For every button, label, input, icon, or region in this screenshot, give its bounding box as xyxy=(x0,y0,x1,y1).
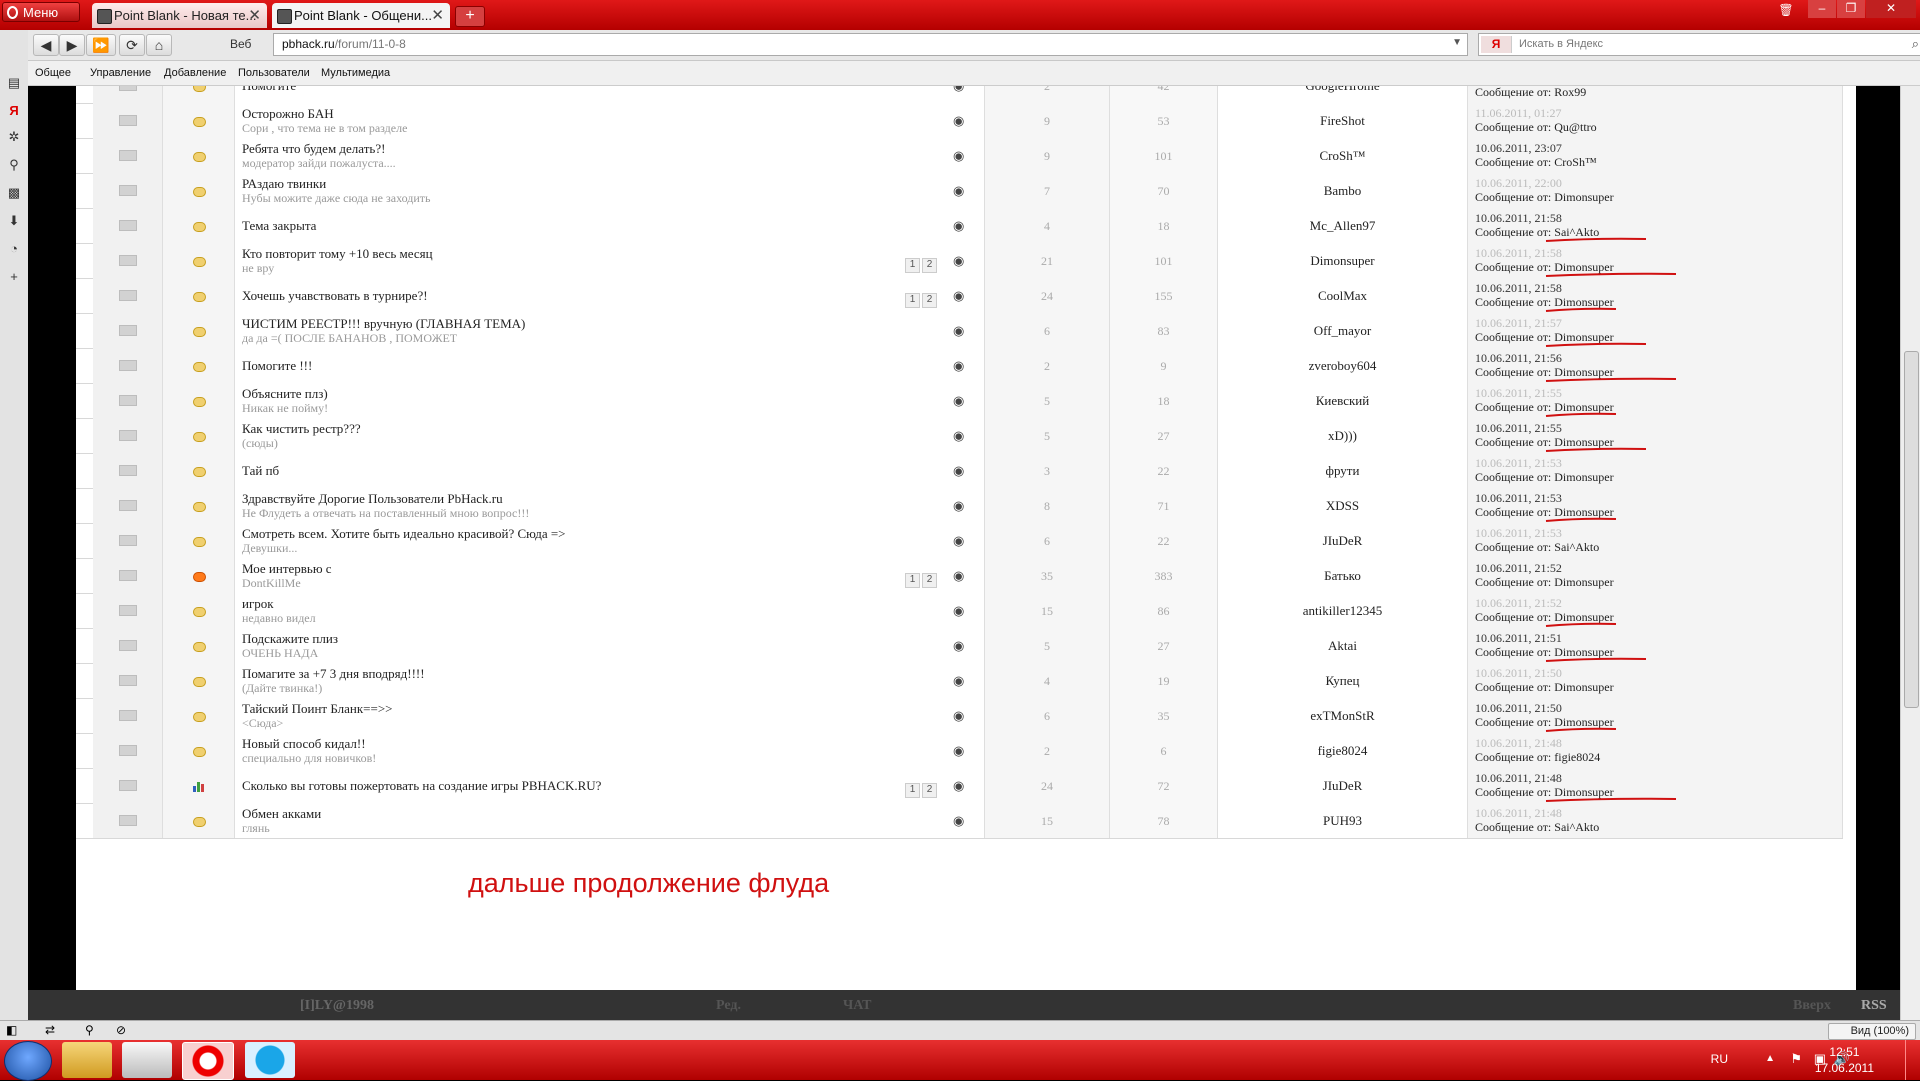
language-indicator[interactable]: RU xyxy=(1711,1052,1728,1066)
reload-button[interactable]: ⟳ xyxy=(119,34,145,56)
red-underline-mark xyxy=(1545,307,1617,312)
forward-button[interactable]: ▶ xyxy=(59,34,85,56)
bookmark-add[interactable]: Добавление xyxy=(164,67,226,79)
downloads-panel-icon[interactable]: ⬇ xyxy=(7,214,21,228)
search-icon[interactable]: ⌕ xyxy=(1912,36,1919,52)
panel-toggle-icon[interactable]: ◧ xyxy=(6,1023,17,1037)
tab-new-topic[interactable]: Point Blank - Новая те... ✕ xyxy=(92,3,267,28)
bookmarks-panel-icon[interactable]: ▤ xyxy=(7,76,21,90)
opera-side-panel: ▤ Я ✲ ⚲ ▩ ⬇ ◔ + xyxy=(0,30,29,1020)
url-text: pbhack.ru/forum/11-0-8 xyxy=(282,37,406,51)
start-button[interactable] xyxy=(4,1041,52,1081)
show-desktop-button[interactable] xyxy=(1905,1040,1920,1080)
explorer-icon[interactable] xyxy=(62,1042,112,1078)
chevron-down-icon[interactable]: ▼ xyxy=(1452,37,1462,48)
bookmark-manage[interactable]: Управление xyxy=(90,67,151,79)
tray-up-arrow-icon[interactable]: ▲ xyxy=(1765,1053,1775,1064)
red-underline-mark xyxy=(1545,622,1617,627)
footer-chat[interactable]: ЧАТ xyxy=(843,998,872,1014)
search-field[interactable]: Я Искать в Яндекс ⌕ xyxy=(1478,33,1920,56)
red-underline-mark xyxy=(1545,517,1617,522)
history-panel-icon[interactable]: ◔ xyxy=(7,242,21,256)
red-underline-mark xyxy=(1545,377,1677,382)
site-favicon-icon xyxy=(97,9,112,24)
tab-label: Point Blank - Новая те... xyxy=(114,8,257,23)
forum-page: Помогите◉242GoogleHromeСообщение от: Rox… xyxy=(76,86,1856,1020)
red-underline-marks xyxy=(1545,237,1677,802)
red-underline-mark xyxy=(1545,727,1617,732)
page-viewport: Помогите◉242GoogleHromeСообщение от: Rox… xyxy=(28,86,1920,1020)
tab-close-icon[interactable]: ✕ xyxy=(431,3,444,28)
site-favicon-icon xyxy=(277,9,292,24)
close-window-button[interactable]: ✕ xyxy=(1866,0,1916,18)
red-underline-mark xyxy=(1545,412,1617,417)
restore-button[interactable]: ❐ xyxy=(1837,0,1865,18)
navigation-bar: ◀ ▶ ⏩ ⟳ ⌂ Веб pbhack.ru/forum/11-0-8 ▼ Я… xyxy=(28,30,1920,61)
opera-menu-button[interactable]: Меню xyxy=(2,2,80,22)
back-button[interactable]: ◀ xyxy=(33,34,59,56)
block-icon[interactable]: ⊘ xyxy=(116,1023,126,1037)
add-panel-icon[interactable]: + xyxy=(7,270,21,284)
widgets-panel-icon[interactable]: ✲ xyxy=(7,130,21,144)
clock[interactable]: 12:51 17.06.2011 xyxy=(1815,1044,1874,1076)
opera-tab-bar: Меню Point Blank - Новая те... ✕ Point B… xyxy=(0,0,1920,30)
tab-close-icon[interactable]: ✕ xyxy=(248,3,261,28)
media-player-icon[interactable] xyxy=(122,1042,172,1078)
search-placeholder: Искать в Яндекс xyxy=(1519,38,1604,50)
tab-label: Point Blank - Общени... xyxy=(294,8,432,23)
forum-footer-bar: [I]LY@1998 Ред. ЧАТ Вверх RSS xyxy=(28,990,1920,1020)
turbo-icon[interactable]: ⇄ xyxy=(45,1023,55,1037)
skype-icon[interactable] xyxy=(245,1042,295,1078)
fast-forward-button[interactable]: ⏩ xyxy=(86,34,116,56)
new-tab-button[interactable]: + xyxy=(455,6,485,27)
windows-taskbar: RU ▲ ⚑ ▣ 🔊 12:51 17.06.2011 xyxy=(0,1040,1920,1081)
footer-rss[interactable]: RSS xyxy=(1861,998,1887,1014)
footer-user[interactable]: [I]LY@1998 xyxy=(300,998,374,1014)
red-underline-mark xyxy=(1545,797,1677,802)
opera-status-bar: ◧ ⇄ ⚲ ⊘ Вид (100%) xyxy=(0,1020,1920,1041)
zoom-control[interactable]: Вид (100%) xyxy=(1827,1023,1916,1040)
unite-icon[interactable]: ⚲ xyxy=(85,1023,94,1037)
yandex-panel-icon[interactable]: Я xyxy=(7,104,21,118)
address-bar[interactable]: Веб pbhack.ru/forum/11-0-8 ▼ xyxy=(230,33,1468,56)
scrollbar-thumb[interactable] xyxy=(1904,351,1919,708)
web-badge: Веб xyxy=(230,37,252,51)
trash-icon[interactable]: 🗑 xyxy=(1775,2,1797,20)
vertical-scrollbar[interactable] xyxy=(1900,86,1920,1020)
footer-edit[interactable]: Ред. xyxy=(716,998,741,1014)
red-underline-mark xyxy=(1545,657,1647,662)
yandex-engine-icon[interactable]: Я xyxy=(1481,36,1512,53)
red-underline-mark xyxy=(1545,272,1677,277)
opera-logo-icon xyxy=(7,6,18,19)
red-underline-mark xyxy=(1545,237,1647,242)
bookmark-users[interactable]: Пользователи xyxy=(238,67,310,79)
red-underline-mark xyxy=(1545,447,1647,452)
footer-up[interactable]: Вверх xyxy=(1793,998,1831,1014)
red-underline-mark xyxy=(1545,342,1647,347)
minimize-button[interactable]: – xyxy=(1808,0,1836,18)
bookmarks-bar: Общее Управление Добавление Пользователи… xyxy=(28,61,1920,86)
tab-forum-general[interactable]: Point Blank - Общени... ✕ xyxy=(272,3,450,28)
notes-panel-icon[interactable]: ▩ xyxy=(7,186,21,200)
bookmark-multimedia[interactable]: Мультимедиа xyxy=(321,67,390,79)
home-button[interactable]: ⌂ xyxy=(146,34,172,56)
flag-icon[interactable]: ⚑ xyxy=(1790,1051,1802,1067)
unite-panel-icon[interactable]: ⚲ xyxy=(7,158,21,172)
bookmark-general[interactable]: Общее xyxy=(35,67,71,79)
opera-taskbar-icon[interactable] xyxy=(182,1042,234,1080)
